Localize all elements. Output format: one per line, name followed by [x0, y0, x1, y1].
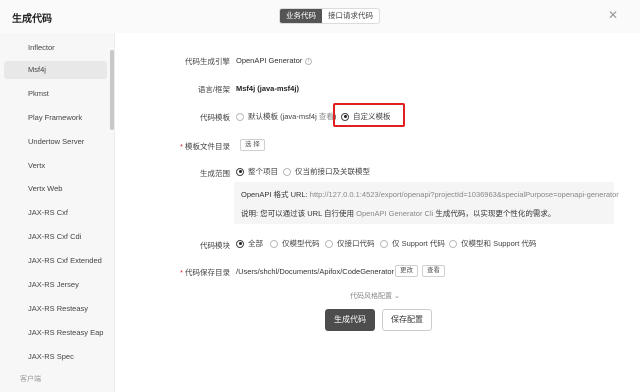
modules-all-radio[interactable]: 全部 [236, 238, 263, 249]
sidebar-item-msf4j[interactable]: Msf4j [4, 61, 107, 79]
lang-label: 语言/框架 [197, 85, 230, 94]
save-dir-label: * 代码保存目录 [179, 268, 230, 277]
template-label: 代码模板 [200, 113, 230, 122]
modules-model-label: 仅模型代码 [282, 239, 320, 248]
radio-circle-selected [236, 167, 244, 176]
openapi-info-box: OpenAPI 格式 URL: http://127.0.0.1:4523/ex… [234, 182, 619, 224]
engine-value: OpenAPI Generator i [236, 56, 313, 65]
view-dir-button[interactable]: 查看 [422, 265, 445, 277]
modules-label: 代码模块 [200, 241, 230, 250]
modules-api-radio[interactable]: 仅接口代码 [325, 238, 375, 249]
openapi-url-label: OpenAPI 格式 URL: [241, 190, 308, 199]
sidebar-scrollbar[interactable] [110, 50, 114, 130]
template-default-label: 默认模板 (java-msf4j [248, 112, 317, 121]
tab-business-code[interactable]: 业务代码 [280, 9, 322, 23]
radio-circle [236, 112, 244, 121]
modules-model-radio[interactable]: 仅模型代码 [270, 238, 320, 249]
radio-circle [449, 239, 457, 248]
sidebar: Inflector Msf4j Pkmst Play Framework Und… [0, 33, 115, 392]
sidebar-footer: 客户端 [20, 376, 41, 383]
tab-request-code[interactable]: 接口请求代码 [322, 9, 379, 23]
window-title: 生成代码 [12, 14, 52, 25]
scope-whole-project-radio[interactable]: 整个项目 [236, 166, 278, 177]
sidebar-item-undertow-server[interactable]: Undertow Server [4, 133, 107, 151]
openapi-cli-link[interactable]: OpenAPI Generator Cli [356, 209, 433, 218]
modules-support-label: 仅 Support 代码 [392, 239, 445, 248]
modules-all-label: 全部 [248, 239, 263, 248]
engine-label: 代码生成引擎 [185, 57, 230, 66]
radio-circle-selected [236, 239, 244, 248]
sidebar-item-pkmst[interactable]: Pkmst [4, 85, 107, 103]
change-dir-button[interactable]: 更改 [395, 265, 418, 277]
template-dir-label: * 模板文件目录 [179, 142, 230, 151]
template-default-radio[interactable]: 默认模板 (java-msf4j 查看) [236, 111, 336, 122]
chevron-down-icon: ⌄ [393, 293, 400, 300]
sidebar-item-play-framework[interactable]: Play Framework [4, 109, 107, 127]
openapi-note: 说明: 您可以通过该 URL 自行使用 OpenAPI Generator Cl… [241, 208, 555, 219]
radio-circle [380, 239, 388, 248]
style-config-toggle[interactable]: 代码风格配置 ⌄ [350, 291, 400, 301]
highlight-box [333, 103, 405, 127]
modules-model-support-label: 仅模型和 Support 代码 [461, 239, 537, 248]
main-panel: 代码生成引擎 OpenAPI Generator i 语言/框架 Msf4j (j… [116, 33, 640, 392]
style-config-label: 代码风格配置 [350, 293, 392, 300]
sidebar-item-jaxrs-spec[interactable]: JAX-RS Spec [4, 348, 107, 366]
note-suffix: 生成代码，以实现更个性化的需求。 [435, 209, 556, 218]
template-view-link[interactable]: 查看 [319, 111, 334, 122]
sidebar-item-jaxrs-cxf-cdi[interactable]: JAX-RS Cxf Cdi [4, 228, 107, 246]
modules-api-label: 仅接口代码 [337, 239, 375, 248]
openapi-url-link[interactable]: http://127.0.0.1:4523/export/openapi?pro… [310, 190, 619, 199]
save-dir-path: /Users/shchl/Documents/Apifox/CodeGenera… [236, 267, 394, 276]
scope-current-api-radio[interactable]: 仅当前接口及关联模型 [283, 166, 370, 177]
generate-button[interactable]: 生成代码 [325, 309, 375, 331]
radio-circle [283, 167, 291, 176]
choose-dir-button[interactable]: 选 择 [240, 139, 265, 151]
sidebar-item-jaxrs-resteasy-eap[interactable]: JAX-RS Resteasy Eap [4, 324, 107, 342]
openapi-url-row: OpenAPI 格式 URL: http://127.0.0.1:4523/ex… [241, 189, 619, 200]
engine-name: OpenAPI Generator [236, 56, 303, 65]
radio-circle [325, 239, 333, 248]
title-bar: 生成代码 业务代码 接口请求代码 ✕ [0, 0, 640, 33]
sidebar-item-jaxrs-jersey[interactable]: JAX-RS Jersey [4, 276, 107, 294]
modules-model-support-radio[interactable]: 仅模型和 Support 代码 [449, 238, 536, 249]
tab-switcher: 业务代码 接口请求代码 [279, 8, 380, 24]
lang-value: Msf4j (java-msf4j) [236, 84, 299, 93]
close-icon[interactable]: ✕ [608, 9, 618, 21]
sidebar-item-inflector[interactable]: Inflector [4, 39, 107, 57]
sidebar-item-vertx[interactable]: Vertx [4, 157, 107, 175]
scope-current-api-label: 仅当前接口及关联模型 [295, 167, 370, 176]
modules-support-radio[interactable]: 仅 Support 代码 [380, 238, 445, 249]
radio-circle [270, 239, 278, 248]
scope-label: 生成范围 [200, 169, 230, 178]
info-icon[interactable]: i [305, 57, 313, 65]
sidebar-item-jaxrs-resteasy[interactable]: JAX-RS Resteasy [4, 300, 107, 318]
sidebar-item-vertx-web[interactable]: Vertx Web [4, 180, 107, 198]
sidebar-item-jaxrs-cxf[interactable]: JAX-RS Cxf [4, 204, 107, 222]
sidebar-item-jaxrs-cxf-extended[interactable]: JAX-RS Cxf Extended [4, 252, 107, 270]
save-config-button[interactable]: 保存配置 [382, 309, 432, 331]
note-prefix: 说明: 您可以通过该 URL 自行使用 [241, 209, 355, 218]
scope-whole-project-label: 整个项目 [248, 167, 278, 176]
